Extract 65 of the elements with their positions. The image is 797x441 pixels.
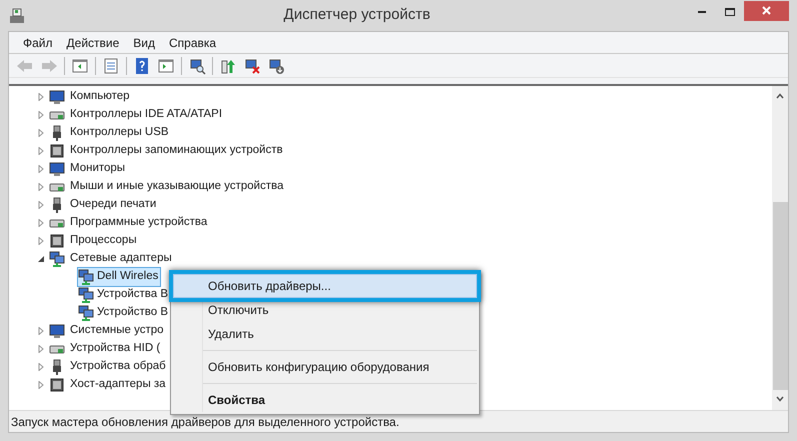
expand-arrow-icon[interactable] [37,219,45,227]
disable-device-icon[interactable] [267,56,285,74]
tree-item[interactable]: Устройства HID ( [68,339,162,359]
expand-arrow-icon[interactable] [37,363,45,371]
context-menu-item[interactable]: Обновить конфигурацию оборудования [173,355,477,379]
tree-item[interactable]: Очереди печати [68,195,158,215]
tree-item[interactable]: Dell Wireles [77,267,162,287]
tree-item[interactable]: Мониторы [68,159,128,179]
tree-item[interactable]: Мыши и иные указывающие устройства [68,177,286,197]
window-title: Диспетчер устройств [282,5,432,26]
expand-arrow-icon[interactable] [37,345,45,353]
tree-item[interactable]: Хост-адаптеры за [68,375,168,395]
monitor-icon [49,89,65,105]
expand-arrow-icon[interactable] [37,183,45,191]
tree-item[interactable]: Устройства обраб [68,357,168,377]
tree-item[interactable]: Устройство B [77,303,172,323]
monitor-icon [49,161,65,177]
monitor-search-icon[interactable] [188,56,206,74]
tree-item[interactable]: Контроллеры запоминающих устройств [68,141,285,161]
expand-arrow-icon[interactable] [37,237,45,245]
window-pane-icon[interactable] [71,56,89,74]
window-pane-icon[interactable] [157,56,175,74]
expand-arrow-icon[interactable] [37,327,45,335]
chip-icon [49,143,65,159]
tree-item[interactable]: Сетевые адаптеры [68,249,174,269]
close-button[interactable] [744,0,789,20]
collapse-arrow-icon[interactable] [37,255,45,263]
network-adapter-icon [78,269,94,285]
close-icon [762,6,771,15]
delete-device-icon[interactable] [243,56,261,74]
tree-item[interactable]: Контроллеры USB [68,123,171,143]
network-adapter-icon [78,305,94,321]
chip-icon [49,377,65,393]
context-menu-item[interactable]: Удалить [173,322,477,346]
scrollbar-thumb[interactable] [772,202,788,390]
expand-arrow-icon[interactable] [37,201,45,209]
menu-item[interactable]: Справка [163,34,222,52]
chip-icon [49,233,65,249]
tree-item[interactable]: Компьютер [68,87,132,107]
expand-arrow-icon[interactable] [37,147,45,155]
app-icon [8,6,26,24]
help-icon[interactable] [133,56,151,74]
expand-arrow-icon[interactable] [37,165,45,173]
context-menu-item[interactable]: Отключить [173,298,477,322]
tree-item[interactable]: Контроллеры IDE ATA/ATAPI [68,105,224,125]
expand-arrow-icon[interactable] [37,129,45,137]
network-adapter-icon [49,251,65,267]
menu-item[interactable]: Действие [60,34,126,52]
tree-item[interactable]: Программные устройства [68,213,210,233]
status-text: Запуск мастера обновления драйверов для выделенного устройства. [10,414,400,430]
monitor-icon [49,323,65,339]
expand-arrow-icon[interactable] [37,93,45,101]
scrollbar[interactable] [772,86,788,410]
tree-item[interactable]: Системные устро [68,321,166,341]
expand-arrow-icon[interactable] [37,111,45,119]
tree-item[interactable]: Процессоры [68,231,139,251]
document-icon[interactable] [102,56,120,74]
tree-item[interactable]: Устройства B [77,285,172,305]
scroll-down-icon[interactable] [776,396,784,402]
context-menu-item[interactable]: Свойства [173,388,477,412]
scroll-up-icon[interactable] [776,93,784,99]
menu-item[interactable]: Вид [127,34,161,52]
menu-item[interactable]: Файл [17,34,59,52]
network-adapter-icon [78,287,94,303]
expand-arrow-icon[interactable] [37,381,45,389]
